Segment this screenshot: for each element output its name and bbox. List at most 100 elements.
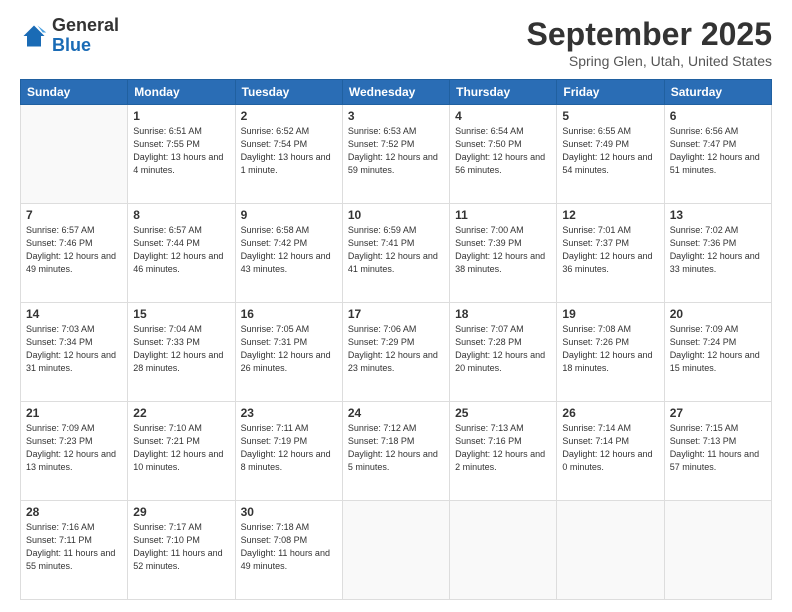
logo: General Blue	[20, 16, 119, 56]
week-row-1: 1 Sunrise: 6:51 AMSunset: 7:55 PMDaylight…	[21, 105, 772, 204]
calendar-cell: 25 Sunrise: 7:13 AMSunset: 7:16 PMDayligh…	[450, 402, 557, 501]
day-info: Sunrise: 6:51 AMSunset: 7:55 PMDaylight:…	[133, 125, 229, 177]
day-info: Sunrise: 7:09 AMSunset: 7:23 PMDaylight:…	[26, 422, 122, 474]
day-number: 7	[26, 208, 122, 222]
day-number: 28	[26, 505, 122, 519]
calendar-cell: 19Sunrise: 7:08 AMSunset: 7:26 PMDayligh…	[557, 303, 664, 402]
day-info: Sunrise: 7:04 AMSunset: 7:33 PMDaylight:…	[133, 323, 229, 375]
calendar-cell: 22 Sunrise: 7:10 AMSunset: 7:21 PMDayligh…	[128, 402, 235, 501]
calendar-cell: 5 Sunrise: 6:55 AMSunset: 7:49 PMDaylight…	[557, 105, 664, 204]
day-info: Sunrise: 7:06 AMSunset: 7:29 PMDaylight:…	[348, 323, 444, 375]
day-number: 18	[455, 307, 551, 321]
day-info: Sunrise: 7:07 AMSunset: 7:28 PMDaylight:…	[455, 323, 551, 375]
day-info: Sunrise: 6:58 AMSunset: 7:42 PMDaylight:…	[241, 224, 337, 276]
calendar-cell: 6Sunrise: 6:56 AMSunset: 7:47 PMDaylight…	[664, 105, 771, 204]
calendar-cell: 2Sunrise: 6:52 AMSunset: 7:54 PMDaylight…	[235, 105, 342, 204]
day-number: 4	[455, 109, 551, 123]
day-number: 27	[670, 406, 766, 420]
day-number: 3	[348, 109, 444, 123]
header-day-friday: Friday	[557, 80, 664, 105]
calendar-cell: 21 Sunrise: 7:09 AMSunset: 7:23 PMDayligh…	[21, 402, 128, 501]
day-number: 12	[562, 208, 658, 222]
calendar-cell: 20 Sunrise: 7:09 AMSunset: 7:24 PMDayligh…	[664, 303, 771, 402]
day-number: 19	[562, 307, 658, 321]
calendar-cell	[557, 501, 664, 600]
day-info: Sunrise: 7:01 AMSunset: 7:37 PMDaylight:…	[562, 224, 658, 276]
calendar-cell	[21, 105, 128, 204]
calendar-cell: 11Sunrise: 7:00 AMSunset: 7:39 PMDayligh…	[450, 204, 557, 303]
calendar-cell	[450, 501, 557, 600]
calendar-cell: 14 Sunrise: 7:03 AMSunset: 7:34 PMDayligh…	[21, 303, 128, 402]
day-info: Sunrise: 7:17 AMSunset: 7:10 PMDaylight:…	[133, 521, 229, 573]
calendar-cell: 23Sunrise: 7:11 AMSunset: 7:19 PMDayligh…	[235, 402, 342, 501]
header-day-saturday: Saturday	[664, 80, 771, 105]
day-number: 9	[241, 208, 337, 222]
day-info: Sunrise: 7:18 AMSunset: 7:08 PMDaylight:…	[241, 521, 337, 573]
calendar-cell: 10Sunrise: 6:59 AMSunset: 7:41 PMDayligh…	[342, 204, 449, 303]
calendar-table: SundayMondayTuesdayWednesdayThursdayFrid…	[20, 79, 772, 600]
header: General Blue September 2025 Spring Glen,…	[20, 16, 772, 69]
calendar-cell: 16 Sunrise: 7:05 AMSunset: 7:31 PMDayligh…	[235, 303, 342, 402]
day-info: Sunrise: 6:54 AMSunset: 7:50 PMDaylight:…	[455, 125, 551, 177]
calendar-cell: 24 Sunrise: 7:12 AMSunset: 7:18 PMDayligh…	[342, 402, 449, 501]
day-info: Sunrise: 7:00 AMSunset: 7:39 PMDaylight:…	[455, 224, 551, 276]
day-number: 1	[133, 109, 229, 123]
day-info: Sunrise: 7:14 AMSunset: 7:14 PMDaylight:…	[562, 422, 658, 474]
day-info: Sunrise: 7:05 AMSunset: 7:31 PMDaylight:…	[241, 323, 337, 375]
header-day-wednesday: Wednesday	[342, 80, 449, 105]
day-info: Sunrise: 6:57 AMSunset: 7:46 PMDaylight:…	[26, 224, 122, 276]
day-info: Sunrise: 7:12 AMSunset: 7:18 PMDaylight:…	[348, 422, 444, 474]
day-number: 10	[348, 208, 444, 222]
calendar-cell: 8Sunrise: 6:57 AMSunset: 7:44 PMDaylight…	[128, 204, 235, 303]
calendar-subtitle: Spring Glen, Utah, United States	[527, 53, 772, 69]
day-info: Sunrise: 7:02 AMSunset: 7:36 PMDaylight:…	[670, 224, 766, 276]
day-info: Sunrise: 7:11 AMSunset: 7:19 PMDaylight:…	[241, 422, 337, 474]
header-day-thursday: Thursday	[450, 80, 557, 105]
calendar-header-row: SundayMondayTuesdayWednesdayThursdayFrid…	[21, 80, 772, 105]
day-number: 5	[562, 109, 658, 123]
calendar-cell: 26 Sunrise: 7:14 AMSunset: 7:14 PMDayligh…	[557, 402, 664, 501]
day-info: Sunrise: 6:52 AMSunset: 7:54 PMDaylight:…	[241, 125, 337, 177]
calendar-cell: 13 Sunrise: 7:02 AMSunset: 7:36 PMDayligh…	[664, 204, 771, 303]
day-number: 26	[562, 406, 658, 420]
day-info: Sunrise: 6:56 AMSunset: 7:47 PMDaylight:…	[670, 125, 766, 177]
week-row-4: 21 Sunrise: 7:09 AMSunset: 7:23 PMDayligh…	[21, 402, 772, 501]
header-day-sunday: Sunday	[21, 80, 128, 105]
day-number: 15	[133, 307, 229, 321]
week-row-2: 7 Sunrise: 6:57 AMSunset: 7:46 PMDaylight…	[21, 204, 772, 303]
day-number: 8	[133, 208, 229, 222]
day-number: 13	[670, 208, 766, 222]
day-info: Sunrise: 6:55 AMSunset: 7:49 PMDaylight:…	[562, 125, 658, 177]
day-info: Sunrise: 7:13 AMSunset: 7:16 PMDaylight:…	[455, 422, 551, 474]
logo-text: General Blue	[52, 16, 119, 56]
calendar-cell: 9 Sunrise: 6:58 AMSunset: 7:42 PMDaylight…	[235, 204, 342, 303]
page: General Blue September 2025 Spring Glen,…	[0, 0, 792, 612]
day-number: 14	[26, 307, 122, 321]
calendar-cell: 17 Sunrise: 7:06 AMSunset: 7:29 PMDayligh…	[342, 303, 449, 402]
calendar-cell: 18 Sunrise: 7:07 AMSunset: 7:28 PMDayligh…	[450, 303, 557, 402]
day-number: 25	[455, 406, 551, 420]
calendar-cell: 15 Sunrise: 7:04 AMSunset: 7:33 PMDayligh…	[128, 303, 235, 402]
logo-general-text: General	[52, 16, 119, 36]
calendar-cell: 1 Sunrise: 6:51 AMSunset: 7:55 PMDaylight…	[128, 105, 235, 204]
day-info: Sunrise: 7:03 AMSunset: 7:34 PMDaylight:…	[26, 323, 122, 375]
week-row-5: 28Sunrise: 7:16 AMSunset: 7:11 PMDayligh…	[21, 501, 772, 600]
calendar-cell	[342, 501, 449, 600]
day-info: Sunrise: 7:10 AMSunset: 7:21 PMDaylight:…	[133, 422, 229, 474]
day-number: 16	[241, 307, 337, 321]
calendar-cell: 12 Sunrise: 7:01 AMSunset: 7:37 PMDayligh…	[557, 204, 664, 303]
title-block: September 2025 Spring Glen, Utah, United…	[527, 16, 772, 69]
calendar-cell: 3Sunrise: 6:53 AMSunset: 7:52 PMDaylight…	[342, 105, 449, 204]
day-number: 17	[348, 307, 444, 321]
day-number: 24	[348, 406, 444, 420]
calendar-cell: 29 Sunrise: 7:17 AMSunset: 7:10 PMDayligh…	[128, 501, 235, 600]
day-number: 20	[670, 307, 766, 321]
day-info: Sunrise: 7:15 AMSunset: 7:13 PMDaylight:…	[670, 422, 766, 474]
day-number: 21	[26, 406, 122, 420]
header-day-tuesday: Tuesday	[235, 80, 342, 105]
logo-blue-text: Blue	[52, 36, 119, 56]
day-number: 29	[133, 505, 229, 519]
day-info: Sunrise: 7:09 AMSunset: 7:24 PMDaylight:…	[670, 323, 766, 375]
day-number: 22	[133, 406, 229, 420]
week-row-3: 14 Sunrise: 7:03 AMSunset: 7:34 PMDayligh…	[21, 303, 772, 402]
